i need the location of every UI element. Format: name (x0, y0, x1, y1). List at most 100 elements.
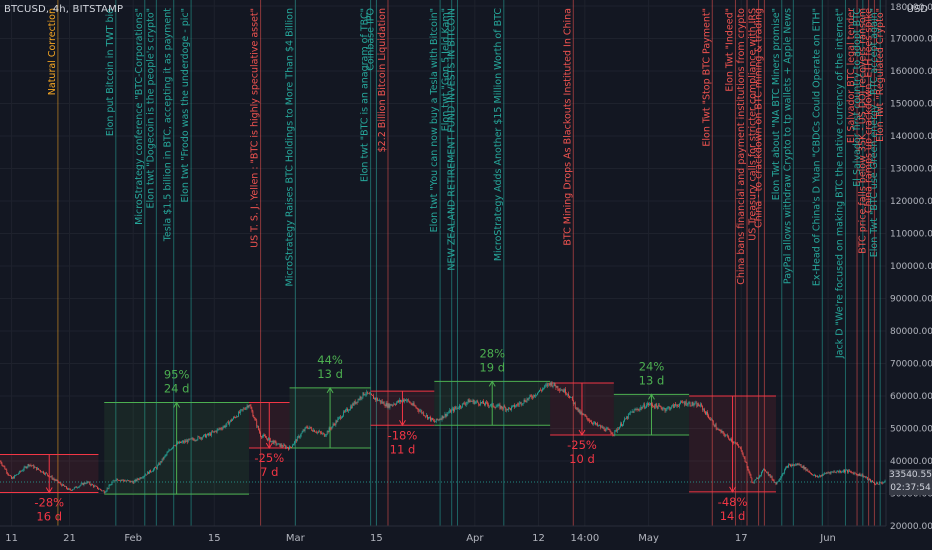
candle-body (790, 464, 791, 467)
candle-body (588, 420, 590, 421)
candle-body (7, 472, 9, 474)
candle-body (402, 399, 403, 401)
candle-body (328, 427, 330, 433)
candle-body (445, 413, 447, 417)
candle-body (841, 471, 843, 473)
measure-duration: 24 d (164, 382, 190, 396)
candle-body (736, 443, 738, 446)
candle-body (215, 430, 217, 433)
candle-body (664, 408, 666, 411)
candle-body (529, 395, 531, 398)
candle-body (623, 421, 624, 425)
candle-body (138, 479, 140, 480)
candle-body (126, 480, 127, 482)
candle-body (187, 438, 189, 443)
candle-body (250, 406, 252, 409)
event-label: Ex-Head of China's D Yuan "CBDCs Could O… (811, 8, 822, 286)
candle-body (475, 401, 477, 403)
candle-body (121, 480, 123, 481)
candle-body (815, 474, 816, 477)
x-tick-label: Jun (819, 533, 836, 544)
candle-body (344, 411, 345, 413)
candle-body (494, 407, 496, 408)
candle-body (349, 406, 351, 410)
candle-body (151, 471, 152, 473)
candle-body (644, 404, 646, 409)
candle-body (280, 444, 282, 447)
candle-body (385, 403, 387, 407)
candle-body (868, 479, 870, 480)
candle-body (294, 439, 296, 442)
candle-body (419, 410, 421, 412)
candle-body (358, 399, 360, 400)
candle-body (754, 480, 756, 484)
y-tick-label: 40000.00 (890, 457, 932, 467)
candle-body (699, 405, 701, 407)
candle-body (793, 464, 795, 466)
candle-body (627, 413, 629, 419)
candle-body (549, 383, 551, 386)
candle-body (522, 403, 524, 405)
candle-body (144, 475, 146, 477)
candle-body (811, 473, 813, 475)
candle-body (812, 474, 814, 476)
candle-body (411, 404, 413, 406)
candle-body (40, 470, 41, 472)
candle-body (799, 464, 801, 465)
candle-body (3, 465, 5, 467)
candle-body (201, 437, 203, 439)
candle-body (71, 489, 73, 491)
candle-body (283, 444, 285, 447)
candle-body (813, 474, 815, 476)
candle-body (96, 486, 97, 487)
candle-body (779, 479, 781, 481)
candle-body (243, 408, 245, 410)
candle-body (864, 476, 866, 477)
candle-body (439, 418, 441, 420)
candle-body (544, 385, 546, 386)
candle-body (539, 389, 540, 392)
candle-body (852, 472, 854, 475)
candle-body (427, 415, 428, 419)
candle-body (93, 485, 95, 487)
candle-body (240, 409, 242, 410)
candle-body (827, 472, 829, 474)
candle-body (74, 486, 76, 488)
candle-body (266, 438, 268, 441)
candle-body (576, 407, 578, 409)
candle-body (688, 402, 690, 404)
candle-body (202, 437, 204, 439)
candle-body (573, 402, 575, 404)
candle-body (422, 412, 424, 414)
candle-body (467, 399, 469, 403)
candle-body (542, 387, 544, 389)
candle-body (393, 403, 395, 405)
btc-price-chart[interactable]: Profit-taking CorrectionNatural Correcti… (0, 0, 932, 550)
candle-body (155, 467, 157, 469)
candle-body (21, 470, 23, 472)
candle-body (770, 476, 772, 478)
candle-body (682, 402, 684, 404)
candle-body (417, 408, 419, 411)
candle-body (447, 413, 449, 414)
candle-body (766, 472, 768, 473)
candle-body (784, 469, 786, 474)
candle-body (499, 404, 501, 409)
candle-body (282, 446, 284, 447)
candle-body (647, 403, 649, 405)
candle-body (452, 408, 454, 410)
event-label: MicroStrategy Adds Another $15 Million W… (493, 8, 504, 262)
candle-body (757, 478, 759, 479)
candle-body (581, 412, 583, 414)
candle-body (519, 402, 521, 404)
candle-body (293, 441, 295, 445)
candle-body (200, 437, 202, 439)
candle-body (878, 482, 880, 485)
candle-body (611, 433, 613, 435)
candle-body (839, 470, 841, 472)
candle-body (825, 473, 827, 474)
candle-body (50, 476, 52, 477)
candle-body (855, 473, 857, 475)
candle-body (537, 392, 538, 395)
candle-body (404, 399, 406, 401)
